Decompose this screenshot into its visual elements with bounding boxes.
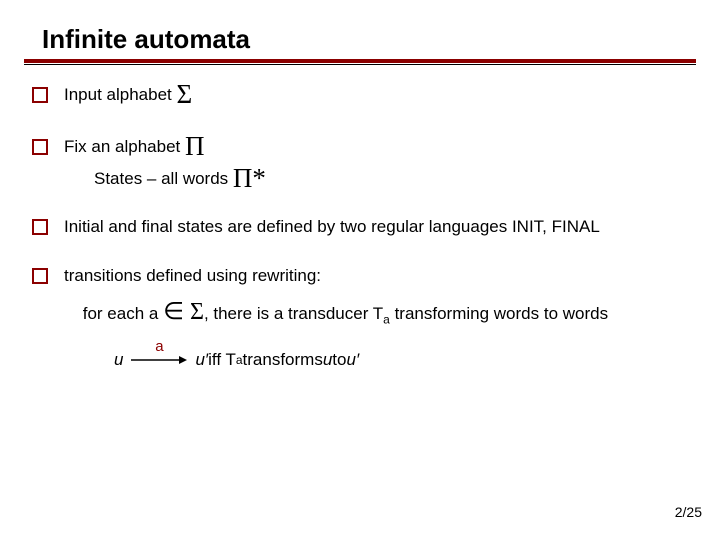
bullet-3: Initial and final states are defined by …: [32, 215, 706, 239]
bullet-box-icon: [32, 87, 48, 103]
bullet-2-text: Fix an alphabet: [64, 137, 185, 156]
var-u: u: [114, 350, 123, 370]
bullet-2-sub-text: States – all words: [94, 169, 233, 188]
arrow-mid: iff T: [208, 350, 236, 370]
subscript-a: a: [236, 353, 243, 367]
var-u-prime: u′: [195, 350, 208, 370]
b4-sub-post2: transforming words to words: [390, 304, 608, 323]
pi-star-symbol: Π*: [233, 163, 266, 193]
arrow-tail1: transforms: [243, 350, 323, 370]
bullet-2-sub: States – all words Π*: [94, 169, 706, 189]
slide-body: Input alphabet Σ Fix an alphabet Π State…: [14, 83, 706, 370]
bullet-4-text: transitions defined using rewriting:: [64, 264, 706, 288]
bullet-3-text: Initial and final states are defined by …: [64, 215, 706, 239]
labeled-arrow: a: [131, 354, 187, 366]
page-number: 2/25: [675, 504, 702, 520]
bullet-2: Fix an alphabet Π: [32, 135, 706, 159]
subscript-a: a: [383, 313, 390, 327]
var-u-prime: u′: [346, 350, 359, 370]
var-u: u: [323, 350, 332, 370]
arrow-icon: [131, 354, 187, 366]
bullet-4-sub: for each a ∈ Σ, there is a transducer Ta…: [78, 296, 706, 330]
bullet-4: transitions defined using rewriting:: [32, 264, 706, 288]
bullet-1-text: Input alphabet: [64, 85, 176, 104]
slide-title: Infinite automata: [42, 24, 706, 55]
arrow-label-a: a: [155, 338, 163, 355]
arrow-to: to: [332, 350, 346, 370]
bullet-box-icon: [32, 139, 48, 155]
sigma-symbol: Σ: [184, 299, 204, 325]
bullet-1: Input alphabet Σ: [32, 83, 706, 107]
b4-sub-pre: for each a: [83, 304, 163, 323]
slide: Infinite automata Input alphabet Σ Fix a…: [0, 0, 720, 540]
pi-symbol: Π: [185, 131, 205, 161]
bullet-box-icon: [32, 268, 48, 284]
b4-sub-post1: , there is a transducer T: [204, 304, 383, 323]
title-underline: [24, 59, 696, 65]
transition-line: u a u′ iff Ta transforms u to u′: [114, 350, 706, 370]
element-of-symbol: ∈: [163, 299, 184, 325]
bullet-box-icon: [32, 219, 48, 235]
sigma-symbol: Σ: [176, 79, 192, 109]
